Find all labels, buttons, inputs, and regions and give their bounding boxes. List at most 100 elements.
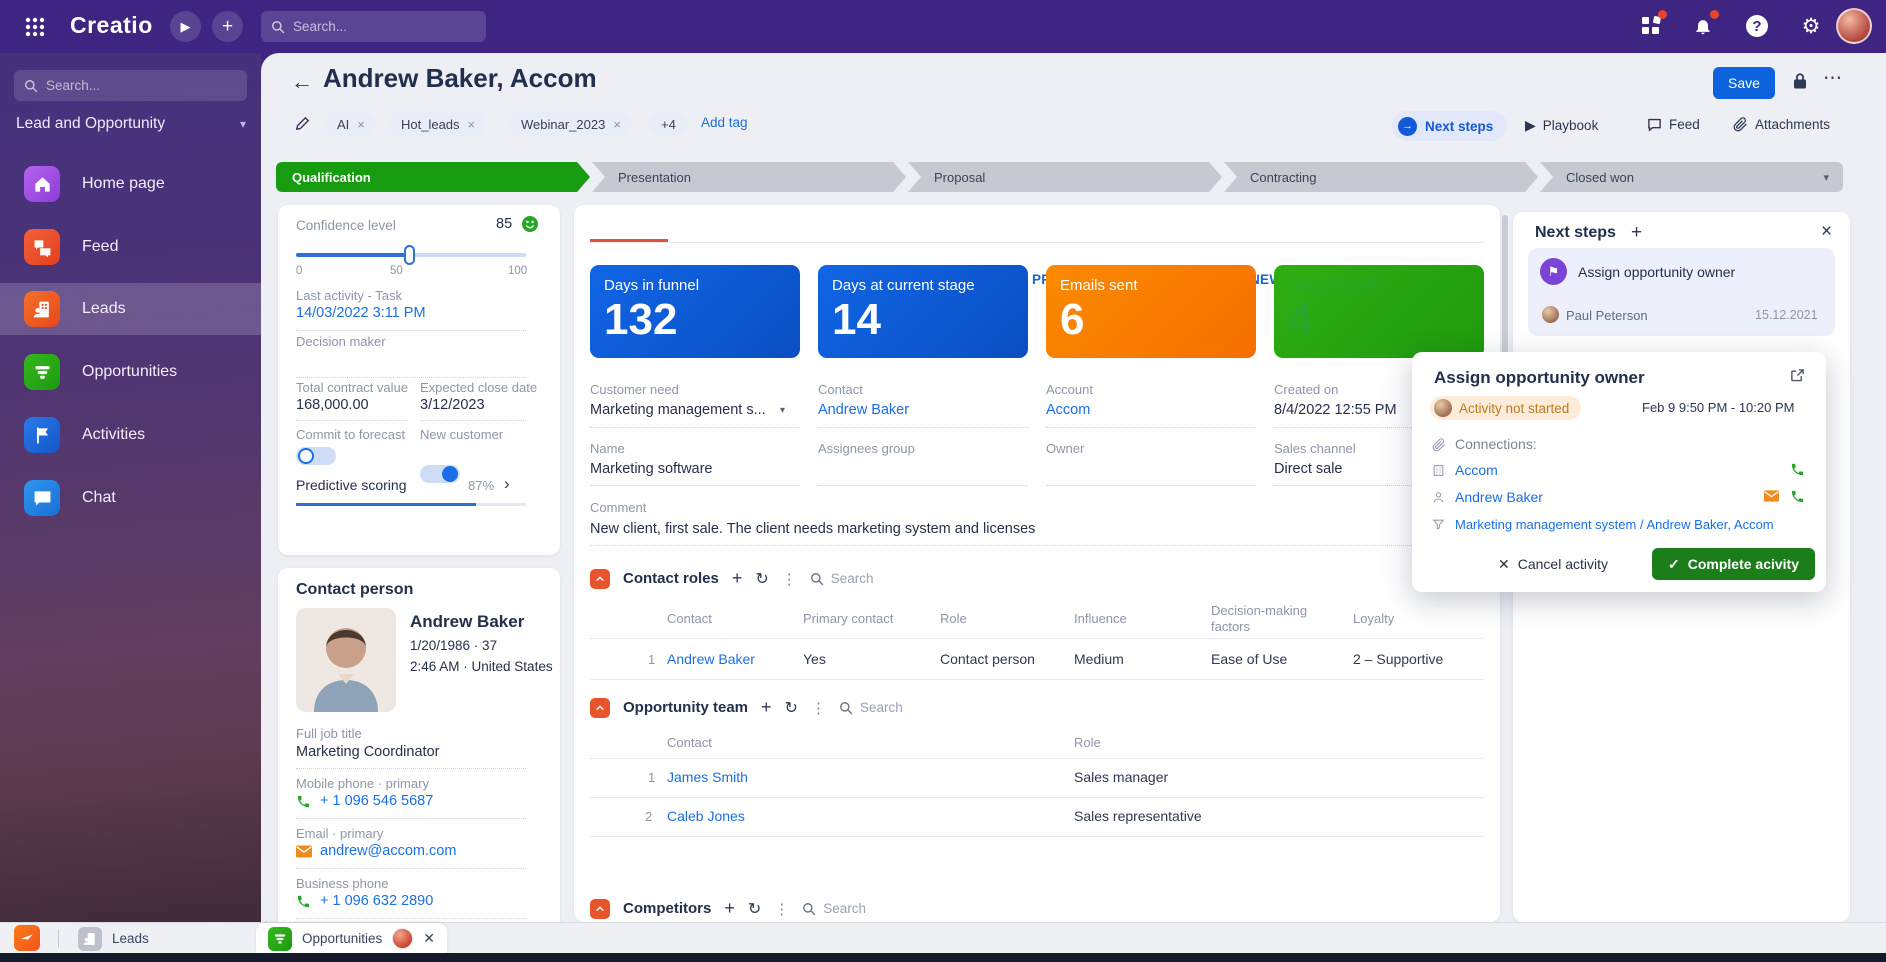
sidebar-search[interactable] <box>14 70 247 101</box>
call-icon[interactable] <box>1790 489 1805 504</box>
account-field-link[interactable]: Accom <box>1046 402 1090 418</box>
table-row[interactable]: 2 Caleb Jones Sales representative <box>590 798 1484 836</box>
mobile-phone-link[interactable]: + 1 096 546 5687 <box>320 793 433 809</box>
tags-pencil-icon[interactable] <box>294 115 311 132</box>
column-header[interactable]: Loyalty <box>1353 611 1394 626</box>
contact-roles-search[interactable] <box>810 571 951 586</box>
sidebar-item-chat[interactable]: Chat <box>0 472 261 524</box>
last-activity-link[interactable]: 14/03/2022 3:11 PM <box>296 305 426 321</box>
add-icon[interactable]: + <box>732 568 743 589</box>
decision-maker-field[interactable] <box>296 377 526 378</box>
column-header[interactable]: Role <box>940 611 967 626</box>
sidebar-item-activities[interactable]: Activities <box>0 409 261 461</box>
connection-contact-link[interactable]: Andrew Baker <box>1455 489 1543 505</box>
column-header[interactable]: Contact <box>667 735 712 750</box>
email-link[interactable]: andrew@accom.com <box>320 843 456 859</box>
tag-pill[interactable]: Webinar_2023× <box>509 111 631 137</box>
notifications-bell-icon[interactable] <box>1690 13 1716 39</box>
run-process-button[interactable]: ▶ <box>170 11 201 42</box>
row-contact-link[interactable]: Caleb Jones <box>667 808 745 824</box>
tag-close-icon[interactable]: × <box>468 117 476 132</box>
confidence-slider-thumb[interactable] <box>404 245 415 265</box>
email-icon[interactable] <box>1764 490 1779 502</box>
commit-toggle[interactable] <box>296 447 336 465</box>
table-row[interactable]: 1 James Smith Sales manager <box>590 759 1484 797</box>
column-header[interactable]: Decision-making factors <box>1211 603 1311 636</box>
next-step-owner[interactable]: Paul Peterson <box>1566 308 1648 323</box>
collapse-chevron-icon[interactable] <box>590 899 610 919</box>
stage-dropdown-icon[interactable]: ▾ <box>1823 171 1829 184</box>
stage-proposal[interactable]: Proposal <box>908 162 1222 192</box>
back-arrow-icon[interactable]: ← <box>291 69 313 95</box>
tag-close-icon[interactable]: × <box>357 117 365 132</box>
next-step-title[interactable]: Assign opportunity owner <box>1578 264 1735 280</box>
next-step-card[interactable]: ⚑ Assign opportunity owner Paul Peterson… <box>1528 248 1835 336</box>
new-customer-toggle[interactable] <box>420 465 460 483</box>
add-icon[interactable]: + <box>724 898 735 919</box>
lock-icon[interactable] <box>1791 71 1809 91</box>
contact-field-link[interactable]: Andrew Baker <box>818 402 909 418</box>
feed-button[interactable]: Feed <box>1647 117 1700 132</box>
column-header[interactable]: Role <box>1074 735 1101 750</box>
contact-photo[interactable] <box>296 608 396 712</box>
workspace-selector[interactable]: Lead and Opportunity ▾ <box>16 115 246 133</box>
sidebar-item-leads[interactable]: Leads <box>0 283 261 335</box>
save-button[interactable]: Save <box>1713 67 1775 99</box>
add-tag-link[interactable]: Add tag <box>701 115 748 130</box>
collapse-chevron-icon[interactable] <box>590 698 610 718</box>
complete-activity-button[interactable]: ✓ Complete acivity <box>1652 548 1815 580</box>
creatio-taskbar-icon[interactable] <box>14 925 40 951</box>
table-row[interactable]: 1 Andrew Baker Yes Contact person Medium… <box>590 639 1484 679</box>
stage-closed-won[interactable]: Closed won ▾ <box>1540 162 1843 192</box>
sidebar-search-input[interactable] <box>46 78 216 93</box>
attachments-button[interactable]: Attachments <box>1733 117 1830 132</box>
user-avatar[interactable] <box>1836 8 1872 44</box>
total-contract-value[interactable]: 168,000.00 <box>296 397 369 413</box>
stage-presentation[interactable]: Presentation <box>592 162 906 192</box>
row-contact-link[interactable]: Andrew Baker <box>667 651 755 667</box>
help-icon[interactable]: ? <box>1744 13 1770 39</box>
opportunity-team-search[interactable] <box>839 700 980 715</box>
tag-pill[interactable]: AI× <box>325 111 375 137</box>
collapse-chevron-icon[interactable] <box>590 569 610 589</box>
kebab-menu-icon[interactable]: ⋮ <box>811 699 826 717</box>
stage-qualification[interactable]: Qualification <box>276 162 590 192</box>
cancel-activity-button[interactable]: ✕ Cancel activity <box>1498 548 1608 580</box>
predictive-chevron-icon[interactable]: › <box>504 474 510 494</box>
connection-account-link[interactable]: Accom <box>1455 462 1498 478</box>
playbook-button[interactable]: ▶ Playbook <box>1525 117 1598 134</box>
app-grid-icon[interactable] <box>22 14 48 40</box>
sidebar-item-opportunities[interactable]: Opportunities <box>0 346 261 398</box>
settings-gear-icon[interactable]: ⚙ <box>1798 13 1824 39</box>
sidebar-item-feed[interactable]: Feed <box>0 221 261 273</box>
row-contact-link[interactable]: James Smith <box>667 769 748 785</box>
creatio-logo[interactable]: Creatio <box>70 12 153 39</box>
refresh-icon[interactable]: ↻ <box>748 899 761 919</box>
global-search[interactable] <box>261 11 486 42</box>
taskbar-tab-leads[interactable]: Leads <box>78 923 149 954</box>
connection-opportunity-link[interactable]: Marketing management system / Andrew Bak… <box>1455 517 1774 532</box>
business-phone-link[interactable]: + 1 096 632 2890 <box>320 893 433 909</box>
stage-contracting[interactable]: Contracting <box>1224 162 1538 192</box>
sidebar-item-home[interactable]: Home page <box>0 158 261 210</box>
contact-name[interactable]: Andrew Baker <box>410 612 524 632</box>
assignees-group-field[interactable] <box>818 485 1028 486</box>
refresh-icon[interactable]: ↻ <box>755 569 768 589</box>
competitors-search[interactable] <box>802 901 943 916</box>
owner-field[interactable] <box>1046 485 1256 486</box>
quick-add-button[interactable]: + <box>212 11 243 42</box>
name-field-value[interactable]: Marketing software <box>590 461 713 477</box>
comment-value[interactable]: New client, first sale. The client needs… <box>590 521 1035 537</box>
close-tab-icon[interactable]: ✕ <box>423 930 435 947</box>
tag-pill[interactable]: Hot_leads× <box>389 111 485 137</box>
column-header[interactable]: Primary contact <box>803 611 893 626</box>
column-header[interactable]: Contact <box>667 611 712 626</box>
marketplace-apps-icon[interactable] <box>1638 13 1664 39</box>
global-search-input[interactable] <box>293 19 463 34</box>
sales-channel-value[interactable]: Direct sale <box>1274 461 1343 477</box>
more-tags-pill[interactable]: +4 <box>649 111 688 137</box>
next-steps-toggle-button[interactable]: → Next steps <box>1392 111 1507 141</box>
customer-need-dropdown-icon[interactable]: ▾ <box>780 405 785 416</box>
more-actions-icon[interactable]: ⋯ <box>1823 67 1842 90</box>
refresh-icon[interactable]: ↻ <box>785 698 798 718</box>
